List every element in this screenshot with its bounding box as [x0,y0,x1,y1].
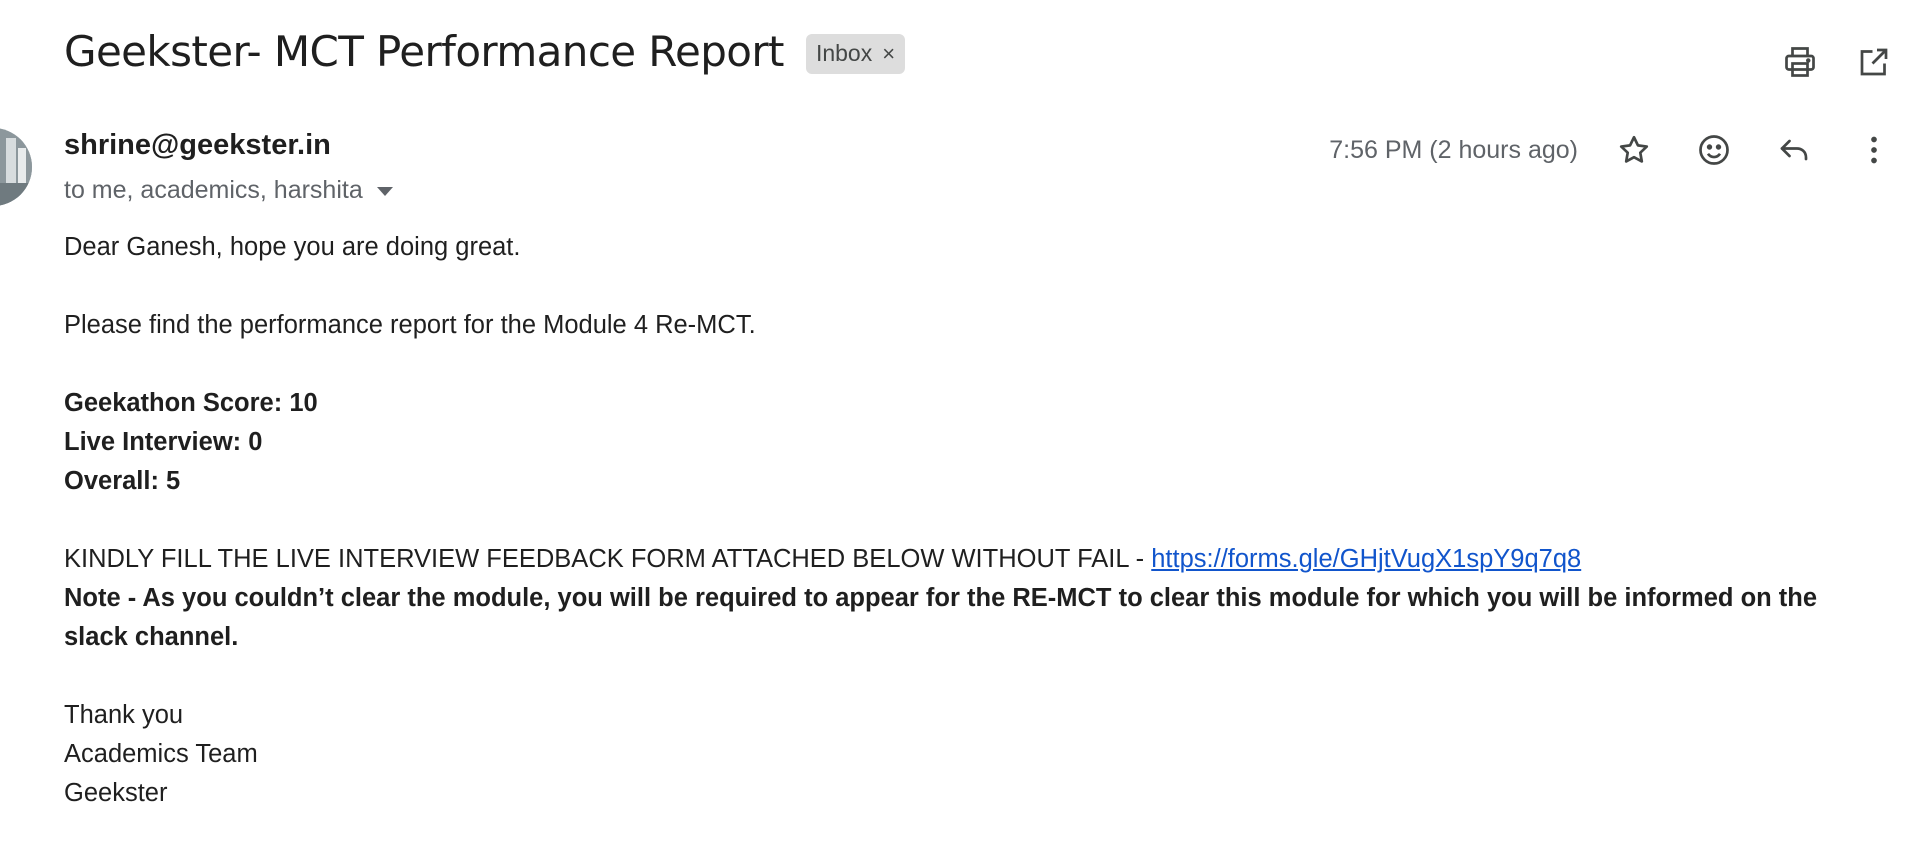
star-icon[interactable] [1612,128,1656,172]
signoff-line: Academics Team [64,740,258,768]
score-line: Live Interview: 0 [64,428,263,456]
score-line: Overall: 5 [64,467,181,495]
intro-line: Please find the performance report for t… [64,311,756,339]
open-in-new-window-icon[interactable] [1852,40,1896,84]
chevron-down-icon[interactable] [376,186,393,196]
inbox-label-text: Inbox [815,40,873,66]
emoji-icon[interactable] [1692,128,1736,172]
signoff-line: Thank you [64,701,184,729]
message-timestamp: 7:56 PM (2 hours ago) [1329,135,1578,164]
recipients-text: to me, academics, harshita [64,175,363,204]
feedback-line: KINDLY FILL THE LIVE INTERVIEW FEEDBACK … [64,540,1874,579]
email-subject: Geekster- MCT Performance Report [64,27,785,76]
greeting-line: Dear Ganesh, hope you are doing great. [64,233,521,261]
sender-email[interactable]: shrine@geekster.in [64,129,393,162]
email-body: Dear Ganesh, hope you are doing great. P… [64,228,1874,813]
print-icon[interactable] [1778,40,1822,84]
sender-block: shrine@geekster.in to me, academics, har… [64,129,393,205]
message-actions: 7:56 PM (2 hours ago) [1329,128,1914,172]
subject-row: Geekster- MCT Performance Report Inbox × [64,27,906,76]
more-vert-icon[interactable] [1852,128,1896,172]
sender-avatar[interactable] [0,128,32,206]
thread-actions [1778,40,1914,84]
note-paragraph: Note - As you couldn’t clear the module,… [64,584,1818,651]
recipients-toggle[interactable]: to me, academics, harshita [64,176,393,205]
reply-icon[interactable] [1772,128,1816,172]
score-line: Geekathon Score: 10 [64,389,318,417]
feedback-form-link[interactable]: https://forms.gle/GHjtVugX1spY9q7q8 [1151,545,1581,573]
feedback-text: KINDLY FILL THE LIVE INTERVIEW FEEDBACK … [64,545,1152,573]
signoff-line: Geekster [64,779,168,807]
inbox-label-chip[interactable]: Inbox × [805,34,906,74]
remove-label-icon[interactable]: × [882,42,895,65]
